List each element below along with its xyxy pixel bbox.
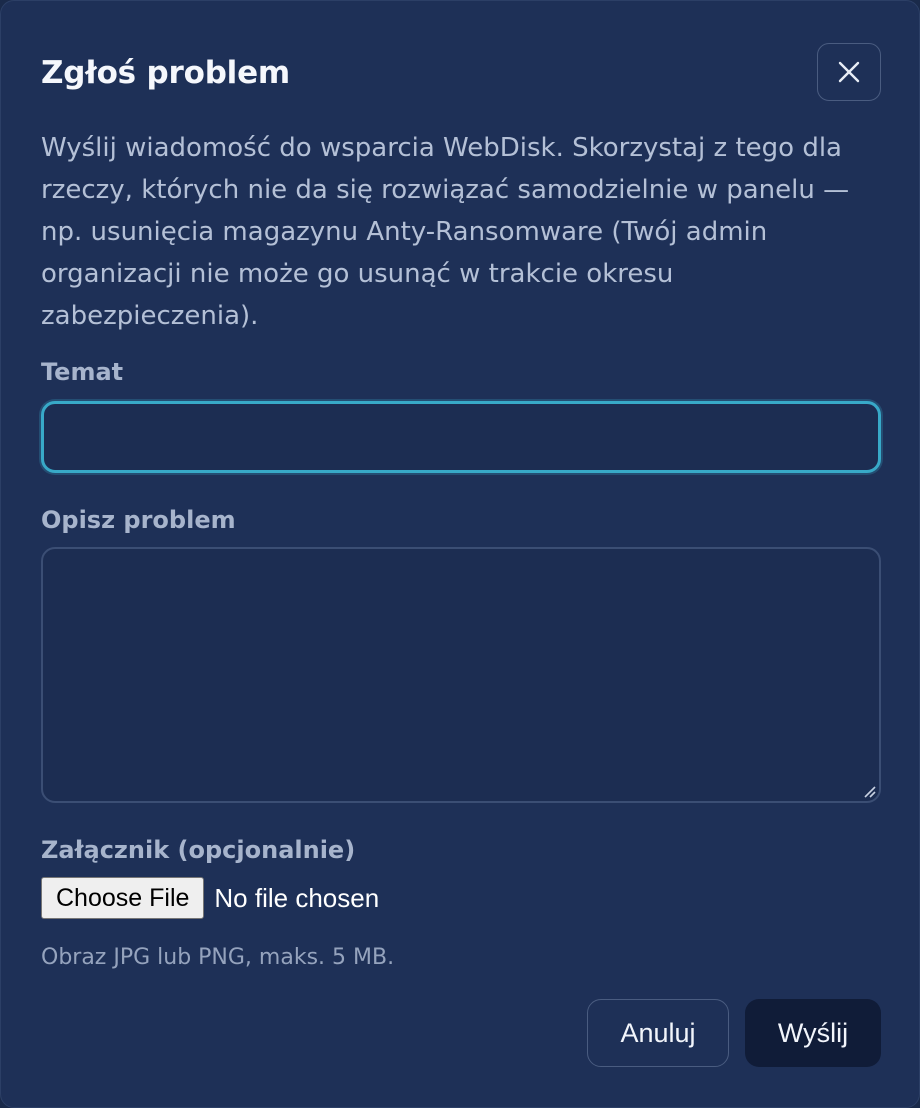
file-status: No file chosen [214, 882, 380, 913]
message-textarea[interactable] [41, 547, 881, 803]
attachment-hint: Obraz JPG lub PNG, maks. 5 MB. [41, 945, 395, 970]
cancel-button[interactable]: Anuluj [587, 999, 729, 1067]
message-label: Opisz problem [41, 506, 236, 534]
send-button[interactable]: Wyślij [745, 999, 881, 1067]
subject-input[interactable] [41, 401, 881, 473]
subject-label: Temat [41, 358, 124, 386]
close-icon [838, 61, 860, 83]
choose-file-button[interactable]: Choose File [41, 877, 205, 919]
dialog-title: Zgłoś problem [41, 55, 291, 91]
report-problem-dialog: Zgłoś problem Wyślij wiadomość do wsparc… [0, 0, 920, 1108]
close-button[interactable] [817, 43, 881, 101]
attachment-label: Załącznik (opcjonalnie) [41, 836, 356, 864]
dialog-description: Wyślij wiadomość do wsparcia WebDisk. Sk… [41, 133, 850, 331]
resize-handle-icon[interactable] [861, 783, 877, 799]
file-input: Choose File No file chosen [41, 877, 379, 919]
